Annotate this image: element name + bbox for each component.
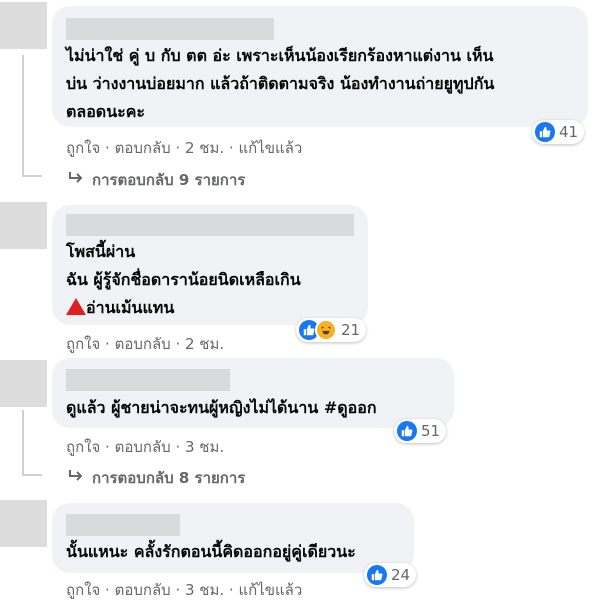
avatar[interactable] bbox=[0, 2, 47, 49]
commenter-name[interactable] bbox=[66, 514, 180, 536]
separator: · bbox=[224, 139, 239, 157]
comment-actions: ถูกใจ · ตอบกลับ · 2 ชม. bbox=[66, 332, 224, 356]
comment-actions: ถูกใจ · ตอบกลับ · 2 ชม. · แก้ไขแล้ว bbox=[66, 136, 302, 160]
reaction-badge[interactable]: 21 bbox=[296, 318, 367, 342]
commenter-name[interactable] bbox=[66, 369, 230, 391]
reply-link[interactable]: ตอบกลับ bbox=[115, 581, 171, 599]
reaction-badge[interactable]: 51 bbox=[394, 419, 447, 443]
timestamp[interactable]: 3 ชม. bbox=[185, 438, 224, 456]
separator: · bbox=[100, 581, 115, 599]
thumbs-up-icon bbox=[397, 421, 417, 441]
avatar[interactable] bbox=[0, 500, 47, 547]
comment-text: ดูแล้ว ผู้ชายน่าจะทนผู้หญิงไม่ได้นาน #ดู… bbox=[66, 398, 377, 417]
laughing-face-icon bbox=[315, 319, 337, 341]
like-link[interactable]: ถูกใจ bbox=[66, 139, 100, 157]
comment-text: บ่น ว่างงานบ่อยมาก แล้วถ้าติดตามจริง น้อ… bbox=[66, 74, 495, 93]
commenter-name[interactable] bbox=[66, 18, 274, 40]
timestamp[interactable]: 2 ชม. bbox=[185, 139, 224, 157]
reaction-badge[interactable]: 41 bbox=[532, 120, 585, 144]
reaction-count: 24 bbox=[391, 566, 411, 584]
view-replies-label: การตอบกลับ 8 รายการ bbox=[92, 469, 246, 487]
separator: · bbox=[170, 139, 185, 157]
reply-link[interactable]: ตอบกลับ bbox=[115, 438, 171, 456]
separator: · bbox=[170, 335, 185, 353]
like-link[interactable]: ถูกใจ bbox=[66, 581, 100, 599]
thread-line bbox=[22, 175, 42, 177]
separator: · bbox=[170, 581, 185, 599]
reaction-count: 41 bbox=[559, 123, 579, 141]
timestamp[interactable]: 3 ชม. bbox=[185, 581, 224, 599]
comment-actions: ถูกใจ · ตอบกลับ · 3 ชม. bbox=[66, 435, 224, 459]
edited-label: แก้ไขแล้ว bbox=[238, 581, 303, 599]
separator: · bbox=[170, 438, 185, 456]
reply-arrow-icon bbox=[68, 171, 84, 189]
separator: · bbox=[224, 581, 239, 599]
edited-label: แก้ไขแล้ว bbox=[238, 139, 303, 157]
red-triangle-icon bbox=[66, 298, 86, 315]
reaction-count: 21 bbox=[341, 321, 361, 339]
comment-text: นั้นแหนะ คลั้งรักตอนนี้คิดออกอยู่คู่เดีย… bbox=[66, 542, 356, 561]
comment-text: โพสนี้ผ่าน bbox=[66, 242, 136, 261]
separator: · bbox=[100, 139, 115, 157]
comment-text: ตลอดนะคะ bbox=[66, 102, 146, 121]
thumbs-up-icon bbox=[535, 122, 555, 142]
comment-text: อ่านเม้นแทน bbox=[66, 296, 174, 321]
separator: · bbox=[100, 438, 115, 456]
thread-line bbox=[22, 474, 42, 476]
view-replies-link[interactable]: การตอบกลับ 9 รายการ bbox=[68, 168, 245, 192]
avatar[interactable] bbox=[0, 202, 47, 249]
thread-line bbox=[22, 55, 24, 175]
reaction-count: 51 bbox=[421, 422, 441, 440]
like-link[interactable]: ถูกใจ bbox=[66, 438, 100, 456]
timestamp[interactable]: 2 ชม. bbox=[185, 335, 224, 353]
reply-link[interactable]: ตอบกลับ bbox=[115, 335, 171, 353]
reply-link[interactable]: ตอบกลับ bbox=[115, 139, 171, 157]
reaction-badge[interactable]: 24 bbox=[364, 563, 417, 587]
view-replies-label: การตอบกลับ 9 รายการ bbox=[92, 171, 246, 189]
view-replies-link[interactable]: การตอบกลับ 8 รายการ bbox=[68, 466, 245, 490]
reply-arrow-icon bbox=[68, 469, 84, 487]
thumbs-up-icon bbox=[367, 565, 387, 585]
comment-actions: ถูกใจ · ตอบกลับ · 3 ชม. · แก้ไขแล้ว bbox=[66, 578, 302, 602]
like-link[interactable]: ถูกใจ bbox=[66, 335, 100, 353]
comment-text-fragment: อ่านเม้นแทน bbox=[86, 298, 175, 317]
separator: · bbox=[100, 335, 115, 353]
commenter-name[interactable] bbox=[66, 214, 354, 236]
comment-text: ฉัน ผู้รู้จักชื่อดาราน้อยนิดเหลือเกิน bbox=[66, 270, 301, 289]
thread-line bbox=[22, 410, 24, 476]
comment-text: ไม่น่าใช่ คู่ บ กับ ตต อ่ะ เพราะเห็นน้อง… bbox=[66, 46, 494, 65]
avatar[interactable] bbox=[0, 360, 47, 407]
